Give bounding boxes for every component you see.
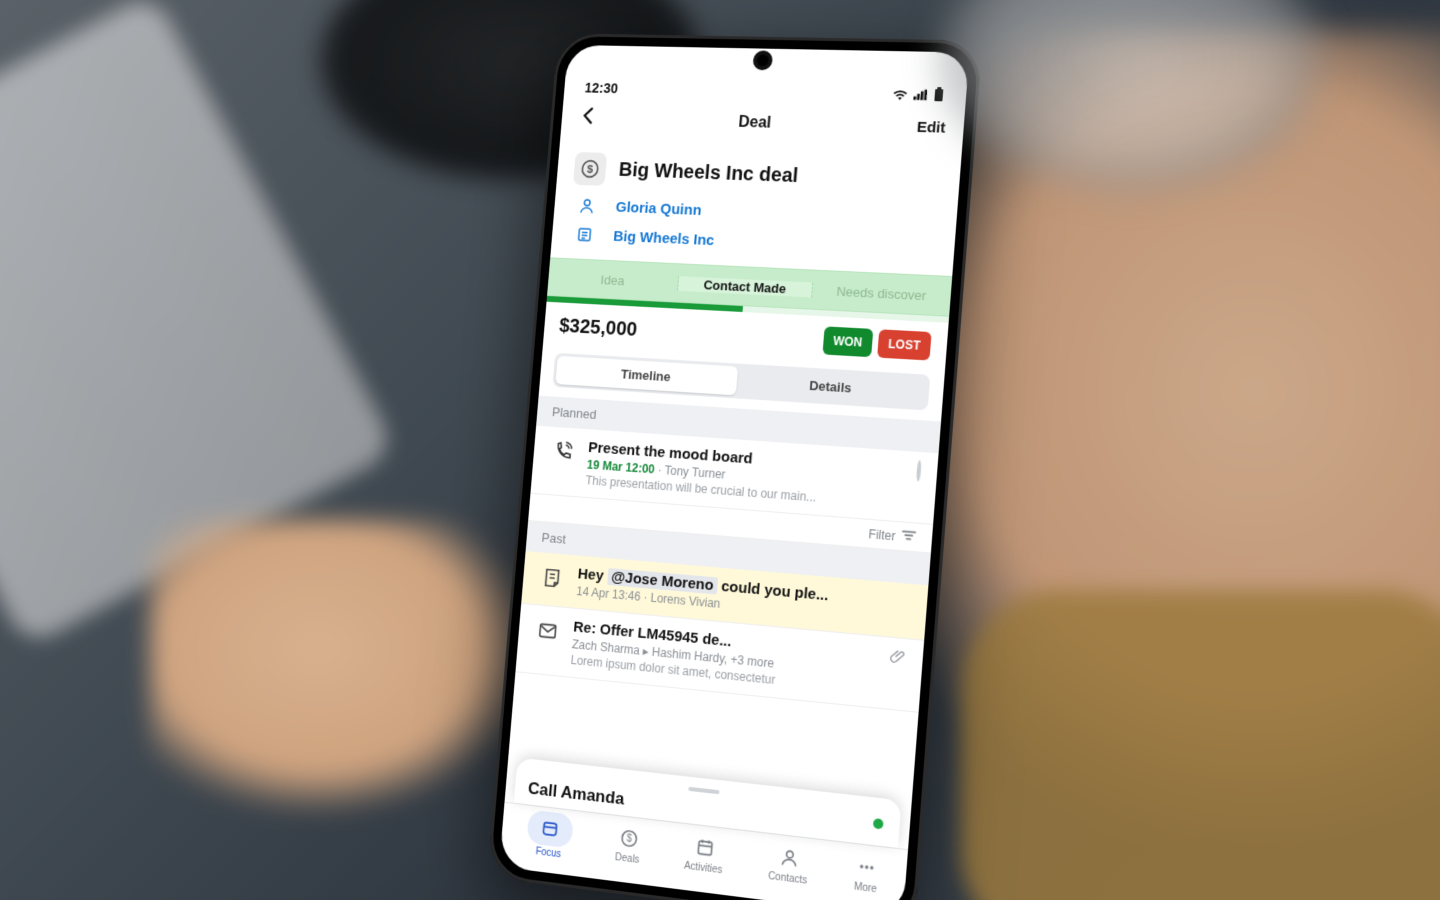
attachment-icon	[887, 648, 907, 700]
nav-more-label: More	[853, 881, 877, 895]
wifi-icon	[892, 87, 908, 103]
activities-icon	[694, 833, 716, 862]
stage-idea[interactable]: Idea	[548, 269, 679, 290]
more-icon	[856, 853, 878, 882]
nav-activities-label: Activities	[684, 860, 723, 876]
nav-focus-label: Focus	[535, 846, 561, 860]
org-icon	[568, 225, 601, 244]
lost-button[interactable]: LOST	[877, 329, 932, 360]
deal-value: $325,000	[558, 315, 818, 352]
back-button[interactable]	[577, 105, 600, 132]
nav-deals[interactable]: $ Deals	[615, 824, 643, 866]
edit-button[interactable]: Edit	[916, 119, 946, 137]
note-time: 14 Apr 13:46	[576, 584, 641, 604]
deal-title: Big Wheels Inc deal	[618, 159, 799, 188]
battery-icon	[933, 87, 944, 104]
nav-activities[interactable]: Activities	[684, 832, 725, 876]
filter-label: Filter	[868, 527, 896, 543]
svg-text:$: $	[626, 833, 633, 845]
stage-needs-discover[interactable]: Needs discover	[812, 282, 951, 304]
deal-header: $ Big Wheels Inc deal Gloria Quinn	[550, 140, 962, 276]
signal-icon	[913, 87, 928, 103]
note-icon	[537, 562, 568, 597]
contacts-icon	[778, 843, 800, 872]
nav-contacts[interactable]: Contacts	[768, 842, 810, 887]
screen-title: Deal	[598, 110, 917, 137]
deals-icon: $	[618, 824, 639, 852]
deal-currency-icon: $	[573, 152, 607, 186]
nav-deals-label: Deals	[615, 852, 640, 866]
org-name: Big Wheels Inc	[613, 228, 715, 249]
nav-contacts-label: Contacts	[768, 871, 808, 887]
status-time: 12:30	[584, 80, 618, 96]
call-icon	[546, 436, 578, 486]
focus-icon	[527, 810, 575, 849]
nav-more[interactable]: More	[853, 852, 879, 895]
email-icon	[531, 615, 563, 666]
tab-details[interactable]: Details	[736, 367, 927, 408]
filter-icon	[901, 529, 916, 545]
tab-timeline[interactable]: Timeline	[555, 356, 738, 395]
sheet-handle[interactable]	[688, 787, 719, 795]
stage-contact-made[interactable]: Contact Made	[678, 276, 813, 297]
won-button[interactable]: WON	[822, 326, 873, 357]
contact-name: Gloria Quinn	[615, 198, 702, 218]
nav-focus[interactable]: Focus	[525, 810, 574, 862]
activity-done-checkbox[interactable]	[914, 462, 922, 512]
background-tablet	[0, 0, 397, 648]
person-icon	[571, 196, 604, 215]
timeline-list[interactable]: Planned Present the mood board 19 Mar 12…	[508, 396, 941, 802]
sleeve	[960, 590, 1440, 900]
phone: 12:30	[487, 33, 983, 900]
svg-text:$: $	[586, 164, 594, 176]
photo-backdrop: 12:30	[0, 0, 1440, 900]
screen: 12:30	[499, 45, 969, 900]
